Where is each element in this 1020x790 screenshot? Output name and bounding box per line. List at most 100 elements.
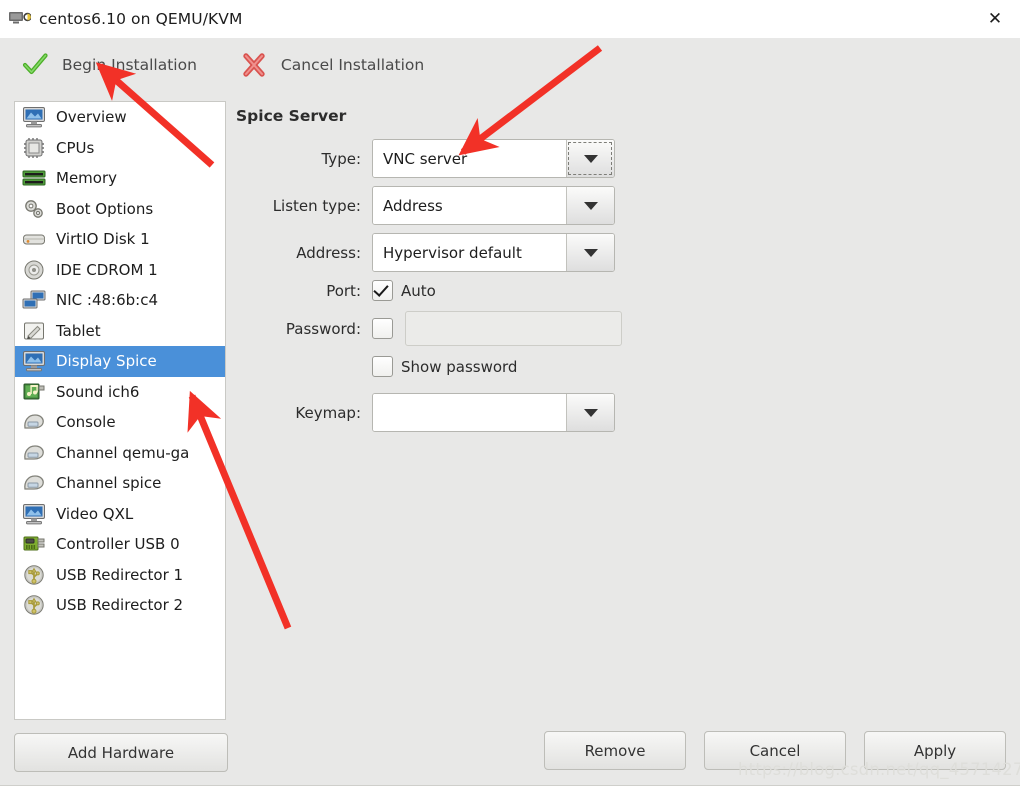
type-row: Type: VNC server [236, 139, 1006, 178]
cancel-label: Cancel [749, 741, 801, 760]
monitor-icon [21, 349, 47, 373]
show-password-row: Show password [236, 356, 1006, 377]
console-icon [21, 471, 47, 495]
listen-type-combobox[interactable]: Address [372, 186, 615, 225]
chevron-down-icon[interactable] [566, 394, 614, 431]
keymap-combobox[interactable] [372, 393, 615, 432]
hardware-item-label: NIC :48:6b:c4 [56, 291, 158, 310]
hardware-item-label: Memory [56, 169, 118, 188]
x-mark-icon [241, 52, 267, 78]
hardware-item-virtio-disk-1[interactable]: VirtIO Disk 1 [15, 224, 225, 255]
window-titlebar: centos6.10 on QEMU/KVM ✕ [0, 0, 1020, 39]
type-value: VNC server [373, 140, 566, 177]
window-title: centos6.10 on QEMU/KVM [39, 10, 243, 28]
remove-label: Remove [584, 741, 646, 760]
virt-manager-window: centos6.10 on QEMU/KVM ✕ Begin Installat… [0, 0, 1020, 790]
hardware-item-usb-redirector-1[interactable]: USB Redirector 1 [15, 560, 225, 591]
pci-card-icon [21, 532, 47, 556]
hardware-item-usb-redirector-2[interactable]: USB Redirector 2 [15, 590, 225, 621]
chevron-down-icon[interactable] [566, 140, 614, 177]
port-row: Port: Auto [236, 280, 1006, 301]
hardware-item-boot-options[interactable]: Boot Options [15, 194, 225, 225]
cdrom-disc-icon [21, 258, 47, 282]
gears-icon [21, 197, 47, 221]
cancel-installation-button[interactable]: Cancel Installation [231, 45, 434, 85]
hardware-item-display-spice[interactable]: Display Spice [15, 346, 225, 377]
keymap-label: Keymap: [295, 403, 361, 422]
hardware-item-cpus[interactable]: CPUs [15, 133, 225, 164]
spice-server-panel: Spice Server Type: VNC server Listen typ… [236, 92, 1006, 722]
cpu-chip-icon [21, 136, 47, 160]
listen-type-value: Address [373, 187, 566, 224]
memory-ram-icon [21, 166, 47, 190]
add-hardware-button[interactable]: Add Hardware [14, 733, 228, 772]
port-auto-label: Auto [401, 281, 436, 300]
port-label: Port: [326, 281, 361, 300]
address-label: Address: [296, 243, 361, 262]
hardware-item-label: CPUs [56, 138, 95, 157]
hardware-list[interactable]: Overview CPUs Memory Boot Options VirtIO Dis… [14, 101, 226, 720]
usb-icon [21, 563, 47, 587]
hardware-item-memory[interactable]: Memory [15, 163, 225, 194]
hardware-item-channel-qemu-ga[interactable]: Channel qemu-ga [15, 438, 225, 469]
console-icon [21, 410, 47, 434]
listen-type-label: Listen type: [272, 196, 361, 215]
address-value: Hypervisor default [373, 234, 566, 271]
show-password-checkbox[interactable] [372, 356, 393, 377]
apply-label: Apply [913, 741, 957, 760]
monitor-icon [21, 502, 47, 526]
hardware-item-channel-spice[interactable]: Channel spice [15, 468, 225, 499]
hardware-item-label: Controller USB 0 [56, 535, 180, 554]
watermark: https://blog.csdn.net/qq_45714272 [738, 760, 1020, 779]
hardware-item-label: Video QXL [56, 504, 134, 523]
sound-card-icon [21, 380, 47, 404]
hardware-item-label: Channel qemu-ga [56, 443, 190, 462]
usb-icon [21, 593, 47, 617]
chevron-down-icon[interactable] [566, 187, 614, 224]
password-enable-checkbox[interactable] [372, 318, 393, 339]
background-window-edge [0, 785, 1020, 790]
begin-installation-button[interactable]: Begin Installation [12, 45, 207, 85]
hardware-item-label: Display Spice [56, 352, 157, 371]
port-auto-checkbox[interactable] [372, 280, 393, 301]
keymap-value [373, 394, 566, 431]
hardware-item-label: Sound ich6 [56, 382, 140, 401]
cancel-installation-label: Cancel Installation [280, 56, 425, 74]
hardware-item-label: VirtIO Disk 1 [56, 230, 150, 249]
hardware-item-label: USB Redirector 2 [56, 596, 184, 615]
remove-button[interactable]: Remove [544, 731, 686, 770]
harddisk-icon [21, 227, 47, 251]
hardware-item-label: IDE CDROM 1 [56, 260, 158, 279]
keymap-row: Keymap: [236, 393, 1006, 432]
hardware-item-overview[interactable]: Overview [15, 102, 225, 133]
hardware-item-label: Tablet [56, 321, 101, 340]
vm-monitor-icon [9, 11, 32, 27]
toolbar: Begin Installation Cancel Installation [0, 38, 1020, 92]
close-icon[interactable]: ✕ [970, 0, 1020, 37]
address-combobox[interactable]: Hypervisor default [372, 233, 615, 272]
type-combobox[interactable]: VNC server [372, 139, 615, 178]
hardware-item-console[interactable]: Console [15, 407, 225, 438]
add-hardware-label: Add Hardware [67, 743, 175, 762]
hardware-item-controller-usb-0[interactable]: Controller USB 0 [15, 529, 225, 560]
hardware-item-label: Overview [56, 108, 127, 127]
hardware-item-label: Channel spice [56, 474, 162, 493]
password-input[interactable] [405, 311, 622, 346]
hardware-item-sound-ich6[interactable]: Sound ich6 [15, 377, 225, 408]
hardware-item-label: Boot Options [56, 199, 154, 218]
network-card-icon [21, 288, 47, 312]
hardware-item-label: USB Redirector 1 [56, 565, 184, 584]
hardware-item-nic-48-6b-c4[interactable]: NIC :48:6b:c4 [15, 285, 225, 316]
chevron-down-icon[interactable] [566, 234, 614, 271]
begin-installation-label: Begin Installation [62, 56, 197, 74]
hardware-item-tablet[interactable]: Tablet [15, 316, 225, 347]
address-row: Address: Hypervisor default [236, 233, 1006, 272]
listen-type-row: Listen type: Address [236, 186, 1006, 225]
hardware-item-video-qxl[interactable]: Video QXL [15, 499, 225, 530]
monitor-icon [21, 105, 47, 129]
check-icon [22, 52, 48, 78]
show-password-label: Show password [401, 357, 518, 376]
tablet-pen-icon [21, 319, 47, 343]
type-label: Type: [321, 149, 361, 168]
hardware-item-ide-cdrom-1[interactable]: IDE CDROM 1 [15, 255, 225, 286]
